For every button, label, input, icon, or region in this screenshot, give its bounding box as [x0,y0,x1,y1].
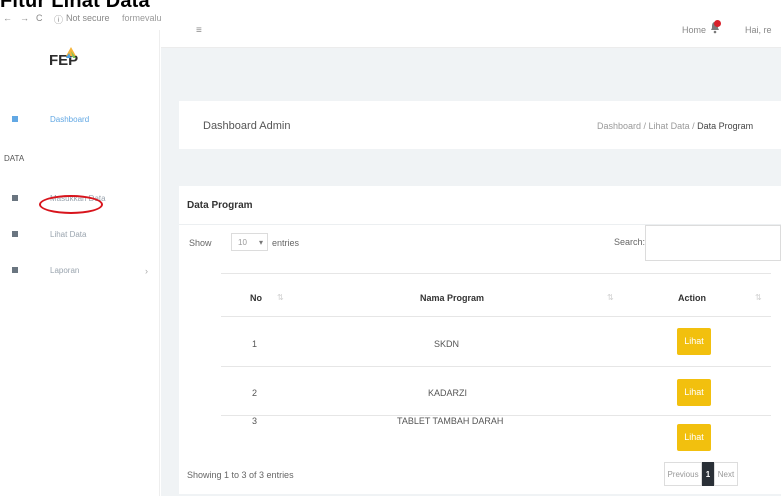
row-no: 2 [252,388,258,398]
annotation-circle [39,195,103,214]
user-menu[interactable]: Hai, re [745,25,772,35]
row-program: TABLET TAMBAH DARAH [397,416,504,426]
table-divider [221,273,771,274]
show-label: Show [189,238,212,248]
breadcrumb: Dashboard / Lihat Data / Data Program [597,121,753,131]
search-input[interactable] [645,225,781,261]
lihat-button[interactable]: Lihat [677,424,711,451]
column-header-nama-program[interactable]: Nama Program [420,293,484,303]
data-program-card: Data Program Show 10 ▾ entries Search: N… [179,186,781,494]
sidebar-item-lihat-data[interactable]: Lihat Data [0,227,160,245]
pagination-next[interactable]: Next [714,462,738,486]
sort-icon[interactable]: ⇅ [607,293,614,302]
entries-length-value: 10 [238,238,247,247]
chevron-right-icon: › [145,266,148,276]
breadcrumb-separator: / [689,121,698,131]
forward-icon[interactable]: → [20,13,29,23]
sidebar-item-laporan[interactable]: Laporan › [0,263,160,281]
logo-mark-icon [66,47,76,58]
entries-label: entries [272,238,300,248]
main-content: Dashboard Admin Dashboard / Lihat Data /… [161,48,781,496]
sidebar-section-label: DATA [4,154,25,163]
table-info: Showing 1 to 3 of 3 entries [187,470,294,480]
page-header-card: Dashboard Admin Dashboard / Lihat Data /… [179,101,781,149]
search-label: Search: [614,237,646,247]
list-icon [12,195,18,201]
sidebar: FEP Dashboard DATA Masukkan Data Lihat D… [0,30,160,496]
back-icon[interactable]: ← [3,13,12,23]
sidebar-item-label: Laporan [50,266,80,275]
pagination-page-1[interactable]: 1 [702,462,714,486]
security-label: Not secure [66,13,110,23]
list-icon [12,231,18,237]
dashboard-icon [12,116,18,122]
row-no: 3 [252,416,258,426]
entries-length-select[interactable]: 10 ▾ [231,233,268,251]
sort-icon[interactable]: ⇅ [277,293,284,302]
sidebar-item-label: Lihat Data [50,230,87,239]
sort-icon[interactable]: ⇅ [755,293,762,302]
home-link[interactable]: Home [682,25,706,35]
page-title: Dashboard Admin [203,120,291,132]
chevron-down-icon: ▾ [259,238,264,247]
column-header-no[interactable]: No [250,293,262,303]
breadcrumb-dashboard[interactable]: Dashboard [597,121,641,131]
card-header: Data Program [179,186,781,225]
report-icon [12,267,18,273]
card-title: Data Program [187,200,253,211]
table-divider [221,316,771,317]
site-info-icon[interactable]: ⓘ [54,13,63,26]
row-no: 1 [252,339,258,349]
breadcrumb-lihat-data[interactable]: Lihat Data [649,121,690,131]
breadcrumb-current: Data Program [697,121,754,131]
sidebar-item-label: Dashboard [50,115,90,124]
lihat-button[interactable]: Lihat [677,328,711,355]
row-program: KADARZI [428,388,468,398]
menu-toggle-icon[interactable]: ≡ [196,25,202,36]
reload-icon[interactable]: C [36,13,43,23]
breadcrumb-separator: / [641,121,649,131]
lihat-button[interactable]: Lihat [677,379,711,406]
row-program: SKDN [434,339,460,349]
column-header-action[interactable]: Action [678,293,706,303]
notification-badge [714,20,721,27]
pagination-previous[interactable]: Previous [664,462,702,486]
top-navbar: ≡ Home Hai, re [161,12,781,48]
table-divider [221,366,771,367]
sidebar-item-dashboard[interactable]: Dashboard [0,112,160,130]
